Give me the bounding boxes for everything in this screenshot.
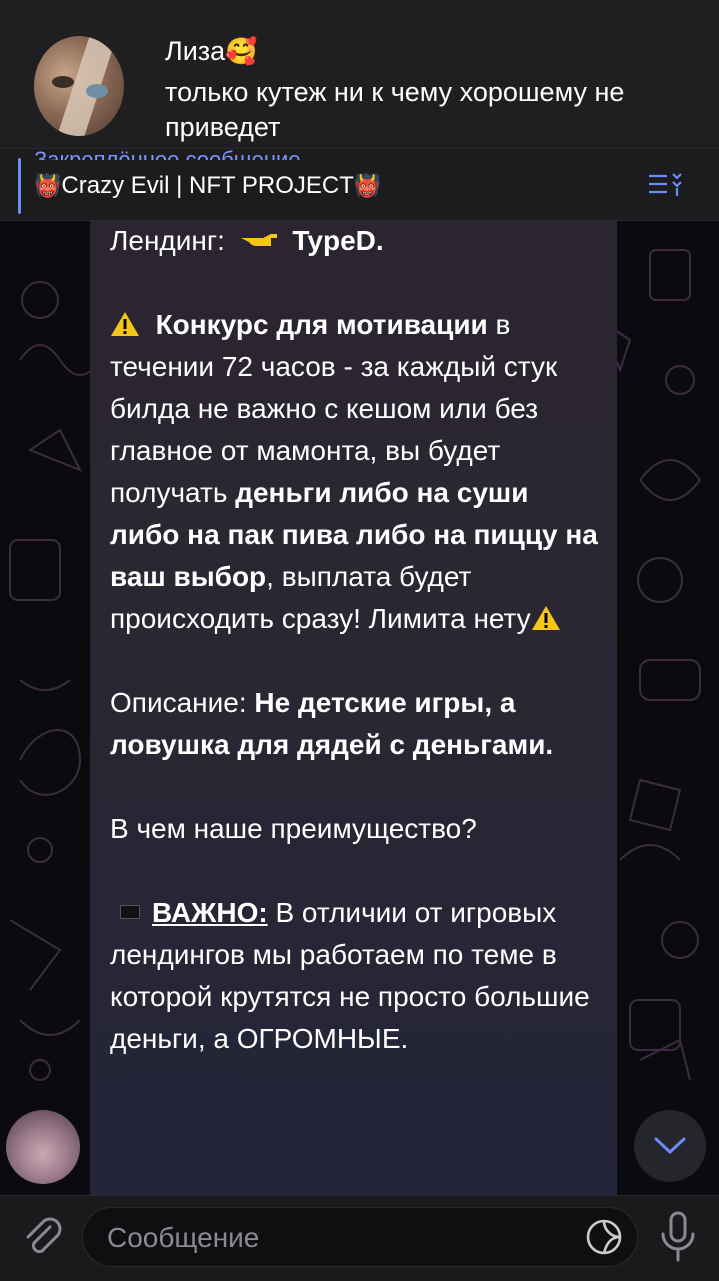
scroll-down-button[interactable]	[634, 1110, 706, 1182]
advantage-question: В чем наше преимущество?	[110, 813, 477, 844]
landing-line: Лендинг: TypeD.	[110, 225, 384, 256]
sticker-icon[interactable]	[585, 1218, 623, 1256]
black-square-icon	[120, 905, 140, 919]
message-field[interactable]	[82, 1207, 638, 1268]
important-paragraph: ВАЖНО: В отличии от игровых лендингов мы…	[110, 897, 590, 1054]
notification-text: только кутеж ни к чему хорошему не приве…	[165, 77, 625, 142]
chevron-down-icon	[654, 1137, 686, 1154]
message-input[interactable]	[105, 1208, 579, 1268]
pinned-list-icon[interactable]	[647, 170, 687, 200]
message-bubble[interactable]: Лендинг: TypeD. Конкурс для мотивации в …	[90, 220, 617, 1195]
message-input-bar	[0, 1195, 719, 1281]
notification-sender: Лиза🥰	[165, 36, 258, 66]
mic-icon[interactable]	[658, 1210, 698, 1264]
sender-avatar[interactable]	[6, 1110, 80, 1184]
message-text: Лендинг: TypeD. Конкурс для мотивации в …	[110, 220, 605, 1060]
description-paragraph: Описание: Не детские игры, а ловушка для…	[110, 687, 554, 760]
notification-avatar	[34, 36, 124, 136]
attach-icon[interactable]	[18, 1213, 66, 1261]
pinned-message-bar[interactable]: Закреплённое сообщение 👹Crazy Evil | NFT…	[0, 147, 719, 221]
contest-paragraph: Конкурс для мотивации в течении 72 часов…	[110, 309, 598, 634]
message-notification[interactable]: Лиза🥰 только кутеж ни к чему хорошему не…	[0, 0, 719, 149]
warning-icon	[111, 312, 139, 336]
pointing-hand-icon	[240, 234, 277, 246]
pinned-indicator	[18, 158, 21, 214]
pinned-subtitle: 👹Crazy Evil | NFT PROJECT👹	[34, 172, 382, 199]
warning-icon	[531, 606, 560, 630]
